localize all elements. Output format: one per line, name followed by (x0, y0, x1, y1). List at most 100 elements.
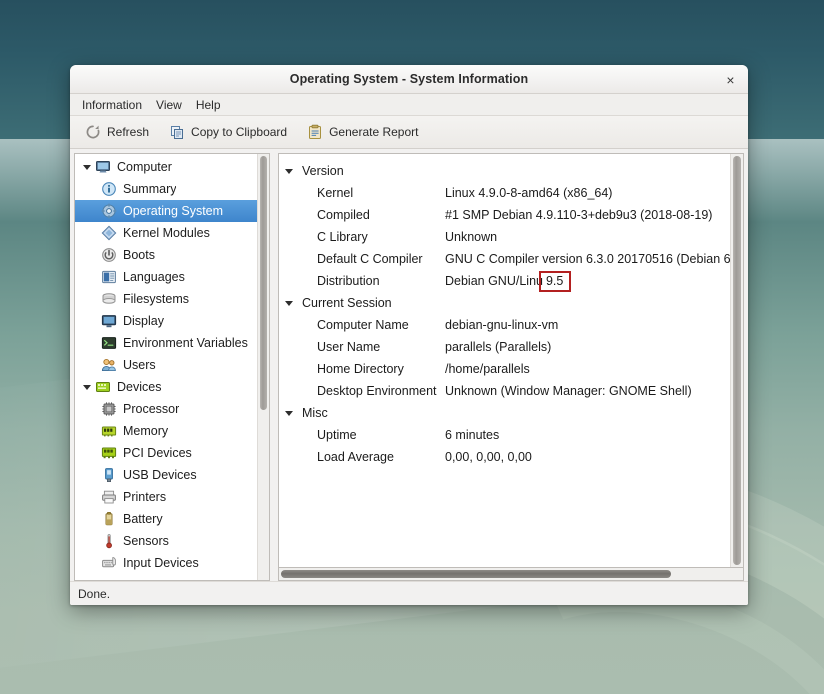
pci-icon (101, 445, 117, 461)
detail-row[interactable]: Home Directory/home/parallels (279, 358, 730, 380)
sidebar-item-summary[interactable]: Summary (75, 178, 257, 200)
detail-value-text: Debian GNU/Linu (445, 274, 543, 288)
sidebar-item-filesystems[interactable]: Filesystems (75, 288, 257, 310)
sidebar-item-usb-devices[interactable]: USB Devices (75, 464, 257, 486)
copy-to-clipboard-button[interactable]: Copy to Clipboard (160, 120, 296, 145)
toolbar-button-label: Copy to Clipboard (191, 125, 287, 139)
power-icon (101, 247, 117, 263)
menubar: InformationViewHelp (70, 94, 748, 116)
sidebar-item-label: Input Devices (123, 556, 199, 570)
sidebar-item-boots[interactable]: Boots (75, 244, 257, 266)
menu-help[interactable]: Help (189, 96, 228, 114)
chevron-down-icon[interactable] (79, 165, 95, 170)
sidebar-group-computer[interactable]: Computer (75, 156, 257, 178)
sidebar-item-label: Users (123, 358, 156, 372)
menu-view[interactable]: View (149, 96, 189, 114)
section-header-misc[interactable]: Misc (279, 402, 730, 424)
detail-key: User Name (317, 340, 445, 354)
section-header-version[interactable]: Version (279, 160, 730, 182)
detail-row[interactable]: KernelLinux 4.9.0-8-amd64 (x86_64) (279, 182, 730, 204)
chevron-down-icon[interactable] (285, 411, 293, 416)
detail-row[interactable]: Uptime6 minutes (279, 424, 730, 446)
window-title: Operating System - System Information (70, 65, 748, 94)
sidebar-item-label: Printers (123, 490, 166, 504)
refresh-button[interactable]: Refresh (76, 120, 158, 145)
sidebar-item-languages[interactable]: Languages (75, 266, 257, 288)
sidebar-item-input-devices[interactable]: Input Devices (75, 552, 257, 574)
sidebar-item-label: Operating System (123, 204, 223, 218)
detail-row[interactable]: User Nameparallels (Parallels) (279, 336, 730, 358)
sidebar-item-sensors[interactable]: Sensors (75, 530, 257, 552)
report-icon (307, 124, 323, 140)
sidebar-item-processor[interactable]: Processor (75, 398, 257, 420)
printer-icon (101, 489, 117, 505)
detail-row[interactable]: C LibraryUnknown (279, 226, 730, 248)
toolbar-button-label: Generate Report (329, 125, 418, 139)
close-icon[interactable]: × (720, 69, 741, 90)
content-horizontal-scrollbar[interactable] (278, 568, 744, 581)
content-panel: Version KernelLinux 4.9.0-8-amd64 (x86_64… (278, 153, 744, 581)
detail-value: 0,00, 0,00, 0,00 (445, 450, 532, 464)
chevron-down-icon[interactable] (285, 301, 293, 306)
toolbar-button-label: Refresh (107, 125, 149, 139)
detail-row[interactable]: Desktop EnvironmentUnknown (Window Manag… (279, 380, 730, 402)
highlight-box: 9.5 (539, 271, 571, 292)
content-vscrollbar-thumb[interactable] (733, 156, 741, 565)
sidebar-item-pci-devices[interactable]: PCI Devices (75, 442, 257, 464)
sidebar-item-battery[interactable]: Battery (75, 508, 257, 530)
memory-icon (101, 423, 117, 439)
sidebar-item-label: Kernel Modules (123, 226, 210, 240)
window-titlebar: Operating System - System Information × (70, 65, 748, 94)
statusbar: Done. (70, 581, 748, 605)
sidebar-item-label: Display (123, 314, 164, 328)
detail-key: Compiled (317, 208, 445, 222)
navigation-tree: Computer Summary Operating System Kernel Mo… (75, 154, 257, 580)
generate-report-button[interactable]: Generate Report (298, 120, 427, 145)
sidebar-item-environment-variables[interactable]: Environment Variables (75, 332, 257, 354)
sidebar-item-display[interactable]: Display (75, 310, 257, 332)
detail-value: Unknown (445, 230, 497, 244)
detail-row[interactable]: Computer Namedebian-gnu-linux-vm (279, 314, 730, 336)
users-icon (101, 357, 117, 373)
detail-row[interactable]: Compiled#1 SMP Debian 4.9.110-3+deb9u3 (… (279, 204, 730, 226)
disk-icon (101, 291, 117, 307)
content-hscrollbar-thumb[interactable] (281, 570, 671, 578)
menu-information[interactable]: Information (75, 96, 149, 114)
thermometer-icon (101, 533, 117, 549)
content-vertical-scrollbar[interactable] (730, 154, 743, 567)
chevron-down-icon[interactable] (79, 385, 95, 390)
detail-value: debian-gnu-linux-vm (445, 318, 558, 332)
terminal-icon (101, 335, 117, 351)
sidebar-item-label: PCI Devices (123, 446, 192, 460)
sidebar-panel: Computer Summary Operating System Kernel Mo… (74, 153, 270, 581)
section-title: Version (302, 164, 344, 178)
section-header-current-session[interactable]: Current Session (279, 292, 730, 314)
cpu-icon (101, 401, 117, 417)
detail-key: Load Average (317, 450, 445, 464)
sidebar-group-label: Computer (117, 160, 172, 174)
detail-row[interactable]: DistributionDebian GNU/Linu9.5 (279, 270, 730, 292)
detail-value: Linux 4.9.0-8-amd64 (x86_64) (445, 186, 612, 200)
copy-icon (169, 124, 185, 140)
chevron-down-icon[interactable] (285, 169, 293, 174)
sidebar-group-devices[interactable]: Devices (75, 376, 257, 398)
detail-row[interactable]: Load Average0,00, 0,00, 0,00 (279, 446, 730, 468)
sidebar-scrollbar-thumb[interactable] (260, 156, 267, 410)
sidebar-item-memory[interactable]: Memory (75, 420, 257, 442)
sidebar-item-label: Sensors (123, 534, 169, 548)
sidebar-item-kernel-modules[interactable]: Kernel Modules (75, 222, 257, 244)
detail-key: Kernel (317, 186, 445, 200)
sidebar-item-printers[interactable]: Printers (75, 486, 257, 508)
detail-row[interactable]: Default C CompilerGNU C Compiler version… (279, 248, 730, 270)
desktop-background: Operating System - System Information × … (0, 0, 824, 694)
sidebar-item-operating-system[interactable]: Operating System (75, 200, 257, 222)
window-body: Computer Summary Operating System Kernel Mo… (70, 149, 748, 581)
sidebar-item-label: Battery (123, 512, 163, 526)
monitor-icon (101, 313, 117, 329)
detail-value: Debian GNU/Linu9.5 (445, 271, 571, 292)
detail-key: Distribution (317, 274, 445, 288)
toolbar: Refresh Copy to Clipboard Generate Report (70, 116, 748, 149)
detail-key: Computer Name (317, 318, 445, 332)
sidebar-item-users[interactable]: Users (75, 354, 257, 376)
sidebar-vertical-scrollbar[interactable] (257, 154, 270, 580)
